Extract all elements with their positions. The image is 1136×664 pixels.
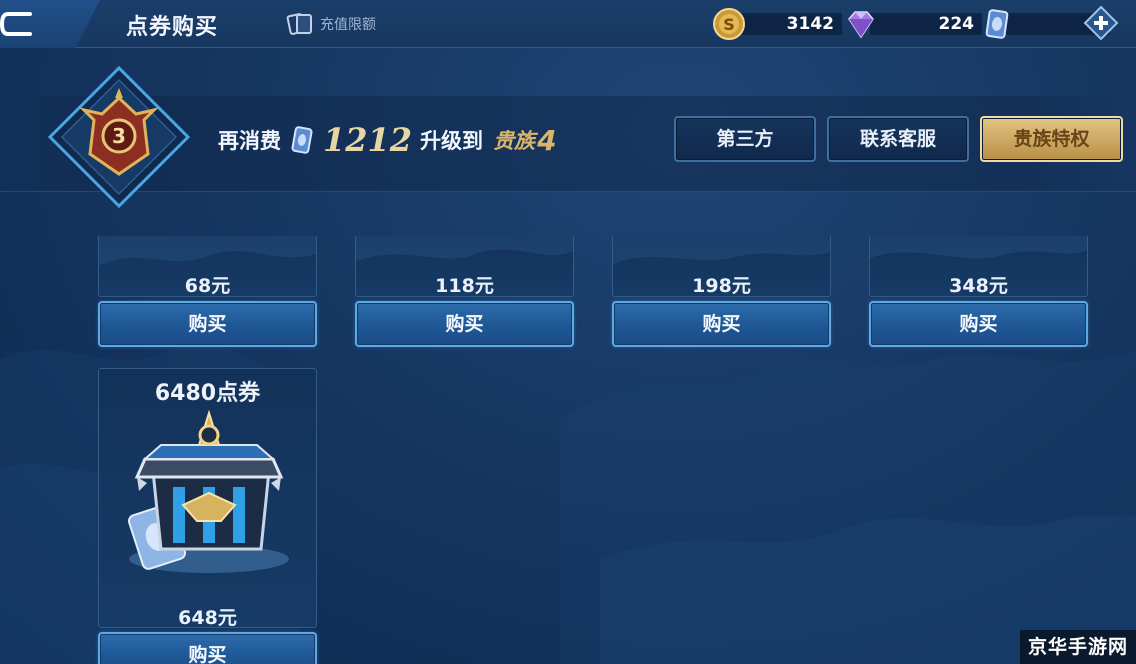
buy-button[interactable]: 购买 [355, 301, 574, 347]
diamond-currency: 224 [844, 7, 982, 41]
svg-text:S: S [723, 15, 735, 34]
buy-button[interactable]: 购买 [869, 301, 1088, 347]
product-card[interactable]: 118元 [355, 236, 574, 297]
product-card-6480[interactable]: 6480点券 648元 [98, 368, 317, 629]
buy-button[interactable]: 购买 [98, 301, 317, 347]
card-mist [870, 236, 1087, 259]
noble-next-level: 4 [537, 123, 557, 157]
product-price: 118元 [435, 275, 494, 297]
noble-amount: 1212 [323, 121, 413, 159]
voucher-icon [985, 9, 1009, 39]
diamond-icon [848, 11, 874, 39]
noble-text-prefix: 再消费 [218, 129, 281, 153]
buy-button[interactable]: 购买 [612, 301, 831, 347]
voucher-card-icon [286, 13, 312, 35]
noble-text-mid: 升级到 [420, 129, 484, 153]
product-price: 348元 [949, 275, 1008, 297]
noble-level-number: 3 [112, 124, 126, 148]
page-title: 点券购买 [126, 15, 219, 40]
third-party-button[interactable]: 第三方 [674, 116, 816, 162]
product-price: 198元 [692, 275, 751, 297]
plus-icon[interactable] [1083, 5, 1119, 41]
gold-amount: 3142 [738, 13, 842, 35]
card-mist [356, 236, 573, 261]
treasure-chest-icon [127, 409, 289, 573]
card-mist [613, 236, 830, 264]
title-wrap: 点券购买 [84, 0, 284, 48]
product-card[interactable]: 68元 [98, 236, 317, 297]
top-bar: 点券购买 充值限额 S 3142 224 2 [0, 0, 1136, 48]
diamond-amount: 224 [870, 13, 982, 35]
recharge-limit-link[interactable]: 充值限额 [286, 12, 376, 36]
gold-currency: S 3142 [712, 7, 842, 41]
buy-button[interactable]: 购买 [98, 632, 317, 664]
product-price: 648元 [178, 607, 237, 629]
card-mist [99, 236, 316, 266]
product-card[interactable]: 348元 [869, 236, 1088, 297]
contact-support-button[interactable]: 联系客服 [827, 116, 969, 162]
gold-coin-icon: S [713, 8, 745, 40]
noble-privilege-button[interactable]: 贵族特权 [980, 116, 1123, 162]
product-card[interactable]: 198元 [612, 236, 831, 297]
noble-next-name: 贵族 [493, 129, 536, 153]
recharge-limit-label: 充值限额 [320, 17, 376, 33]
back-icon [0, 12, 32, 36]
product-title: 6480点券 [154, 381, 261, 406]
product-price: 68元 [184, 275, 231, 297]
noble-upgrade-text: 再消费 1212 升级到 贵族 4 [218, 118, 557, 162]
voucher-icon [291, 126, 313, 154]
watermark-text: 京华手游网 [1020, 630, 1136, 664]
noble-badge-icon: 3 [47, 65, 191, 209]
